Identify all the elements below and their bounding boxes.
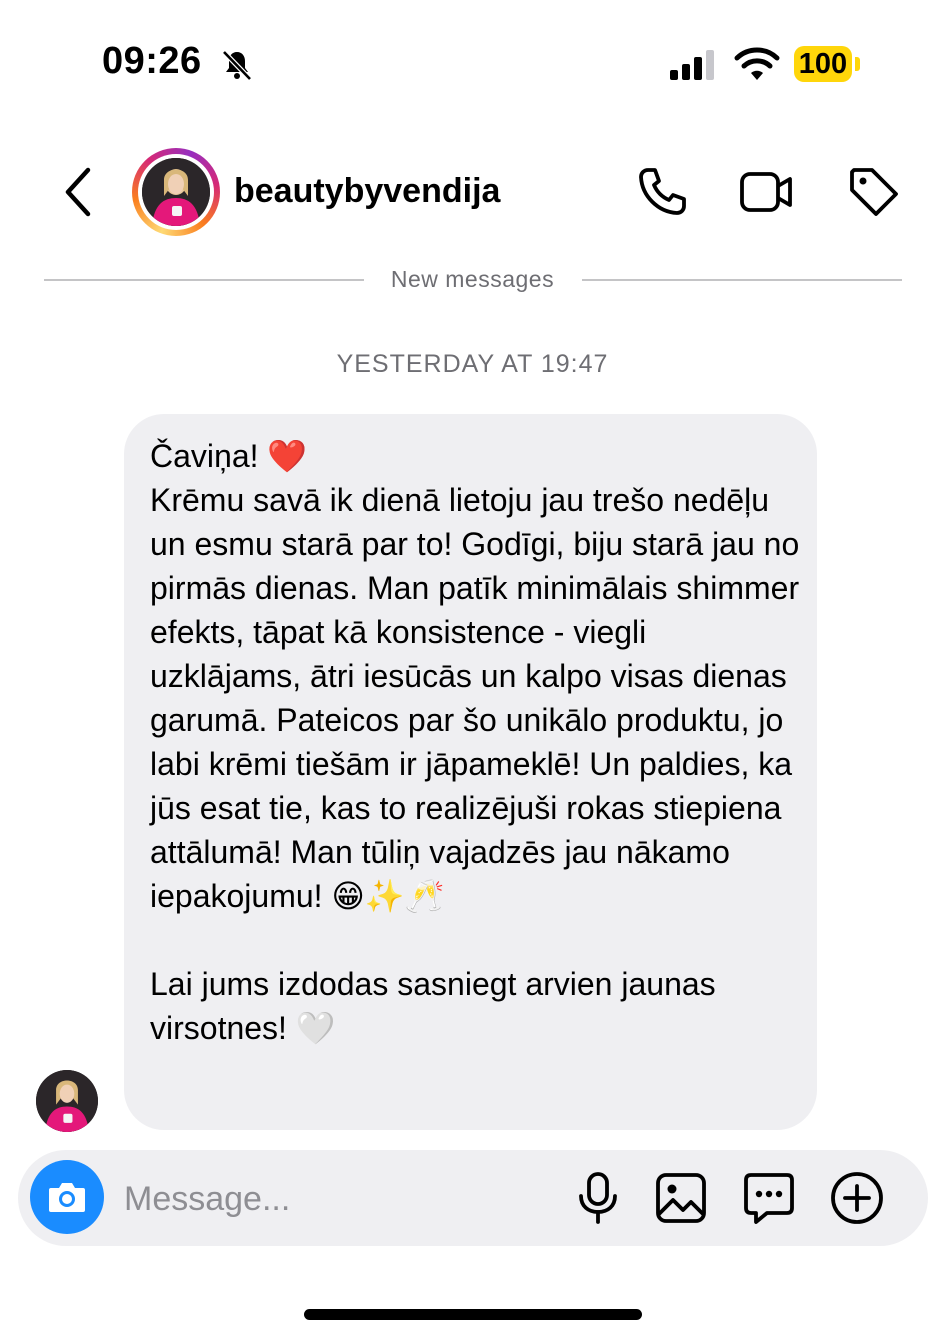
sticker-chat-icon[interactable]: [741, 1170, 797, 1226]
divider-line-right: [582, 279, 902, 281]
video-icon[interactable]: [738, 164, 794, 220]
camera-icon: [49, 1183, 85, 1212]
message-text: Čaviņa! ❤️ Krēmu savā ik dienā lietoju j…: [150, 438, 800, 1046]
wifi-icon: [734, 47, 780, 80]
plus-icon[interactable]: [829, 1170, 885, 1226]
camera-button[interactable]: [30, 1160, 104, 1234]
back-chevron-icon[interactable]: [58, 164, 98, 220]
gallery-icon[interactable]: [653, 1170, 709, 1226]
microphone-icon[interactable]: [570, 1170, 626, 1226]
battery-indicator: 100: [794, 46, 852, 82]
message-input[interactable]: [122, 1172, 546, 1226]
battery-nub: [855, 57, 860, 71]
home-indicator[interactable]: [304, 1309, 642, 1320]
bell-slash-icon: [222, 50, 252, 81]
avatar[interactable]: [142, 158, 210, 226]
tag-icon[interactable]: [846, 164, 902, 220]
sender-avatar[interactable]: [36, 1070, 98, 1132]
status-time: 09:26: [102, 40, 202, 82]
message-timestamp: YESTERDAY AT 19:47: [336, 350, 609, 378]
signal-icon: [670, 50, 714, 80]
chat-username[interactable]: beautybyvendija: [234, 172, 500, 211]
phone-icon[interactable]: [634, 164, 690, 220]
